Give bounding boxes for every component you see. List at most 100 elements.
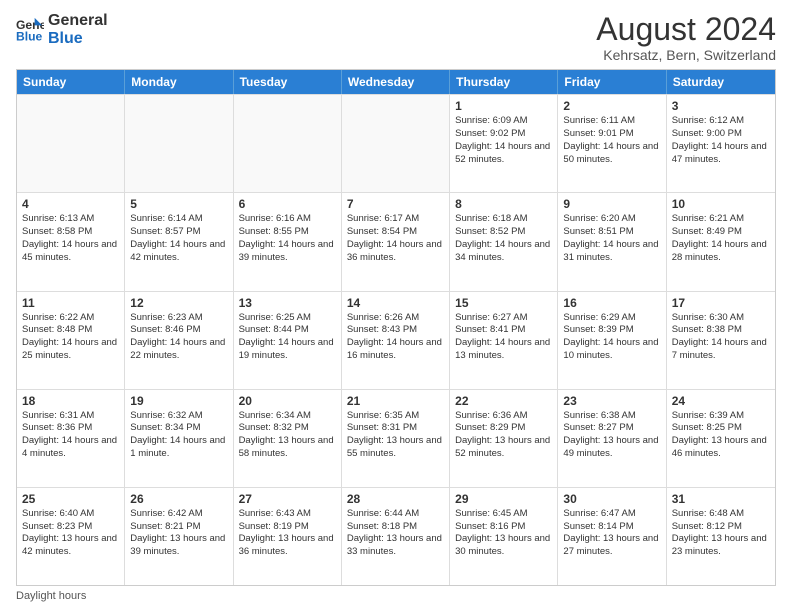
page: General Blue General Blue August 2024 Ke… xyxy=(0,0,792,612)
svg-text:Blue: Blue xyxy=(16,29,43,43)
day-info: Sunrise: 6:29 AM Sunset: 8:39 PM Dayligh… xyxy=(563,312,660,363)
calendar: SundayMondayTuesdayWednesdayThursdayFrid… xyxy=(16,69,776,586)
day-number: 24 xyxy=(672,394,770,408)
cal-cell: 19 Sunrise: 6:32 AM Sunset: 8:34 PM Dayli… xyxy=(125,390,233,487)
cal-cell xyxy=(17,95,125,192)
day-info: Sunrise: 6:43 AM Sunset: 8:19 PM Dayligh… xyxy=(239,508,336,559)
day-number: 17 xyxy=(672,296,770,310)
cal-cell: 31 Sunrise: 6:48 AM Sunset: 8:12 PM Dayli… xyxy=(667,488,775,585)
cal-cell: 3 Sunrise: 6:12 AM Sunset: 9:00 PM Daylig… xyxy=(667,95,775,192)
header: General Blue General Blue August 2024 Ke… xyxy=(16,12,776,63)
cal-cell: 17 Sunrise: 6:30 AM Sunset: 8:38 PM Dayli… xyxy=(667,292,775,389)
day-info: Sunrise: 6:26 AM Sunset: 8:43 PM Dayligh… xyxy=(347,312,444,363)
day-info: Sunrise: 6:34 AM Sunset: 8:32 PM Dayligh… xyxy=(239,410,336,461)
day-info: Sunrise: 6:20 AM Sunset: 8:51 PM Dayligh… xyxy=(563,213,660,264)
cal-cell: 13 Sunrise: 6:25 AM Sunset: 8:44 PM Dayli… xyxy=(234,292,342,389)
cal-cell: 28Sunrise: 6:44 AM Sunset: 8:18 PM Dayli… xyxy=(342,488,450,585)
cal-cell: 4 Sunrise: 6:13 AM Sunset: 8:58 PM Daylig… xyxy=(17,193,125,290)
cal-cell: 22Sunrise: 6:36 AM Sunset: 8:29 PM Dayli… xyxy=(450,390,558,487)
day-header-thursday: Thursday xyxy=(450,70,558,94)
day-info: Sunrise: 6:17 AM Sunset: 8:54 PM Dayligh… xyxy=(347,213,444,264)
cal-cell: 16 Sunrise: 6:29 AM Sunset: 8:39 PM Dayli… xyxy=(558,292,666,389)
cal-cell: 21Sunrise: 6:35 AM Sunset: 8:31 PM Dayli… xyxy=(342,390,450,487)
day-number: 23 xyxy=(563,394,660,408)
day-info: Sunrise: 6:38 AM Sunset: 8:27 PM Dayligh… xyxy=(563,410,660,461)
day-number: 20 xyxy=(239,394,336,408)
cal-cell: 25 Sunrise: 6:40 AM Sunset: 8:23 PM Dayli… xyxy=(17,488,125,585)
day-info: Sunrise: 6:12 AM Sunset: 9:00 PM Dayligh… xyxy=(672,115,770,166)
cal-cell: 29 Sunrise: 6:45 AM Sunset: 8:16 PM Dayli… xyxy=(450,488,558,585)
title-block: August 2024 Kehrsatz, Bern, Switzerland xyxy=(596,12,776,63)
day-info: Sunrise: 6:27 AM Sunset: 8:41 PM Dayligh… xyxy=(455,312,552,363)
main-title: August 2024 xyxy=(596,12,776,47)
cal-cell: 2Sunrise: 6:11 AM Sunset: 9:01 PM Daylig… xyxy=(558,95,666,192)
day-number: 27 xyxy=(239,492,336,506)
cal-cell: 6 Sunrise: 6:16 AM Sunset: 8:55 PM Daylig… xyxy=(234,193,342,290)
day-number: 31 xyxy=(672,492,770,506)
day-info: Sunrise: 6:42 AM Sunset: 8:21 PM Dayligh… xyxy=(130,508,227,559)
day-number: 6 xyxy=(239,197,336,211)
day-info: Sunrise: 6:45 AM Sunset: 8:16 PM Dayligh… xyxy=(455,508,552,559)
day-number: 29 xyxy=(455,492,552,506)
week-row-3: 18 Sunrise: 6:31 AM Sunset: 8:36 PM Dayli… xyxy=(17,389,775,487)
day-number: 12 xyxy=(130,296,227,310)
day-number: 11 xyxy=(22,296,119,310)
day-number: 26 xyxy=(130,492,227,506)
day-info: Sunrise: 6:18 AM Sunset: 8:52 PM Dayligh… xyxy=(455,213,552,264)
day-info: Sunrise: 6:31 AM Sunset: 8:36 PM Dayligh… xyxy=(22,410,119,461)
day-number: 4 xyxy=(22,197,119,211)
logo: General Blue General Blue xyxy=(16,12,108,47)
day-number: 13 xyxy=(239,296,336,310)
day-info: Sunrise: 6:21 AM Sunset: 8:49 PM Dayligh… xyxy=(672,213,770,264)
cal-cell: 15 Sunrise: 6:27 AM Sunset: 8:41 PM Dayli… xyxy=(450,292,558,389)
cal-cell: 1 Sunrise: 6:09 AM Sunset: 9:02 PM Daylig… xyxy=(450,95,558,192)
day-info: Sunrise: 6:48 AM Sunset: 8:12 PM Dayligh… xyxy=(672,508,770,559)
day-info: Sunrise: 6:13 AM Sunset: 8:58 PM Dayligh… xyxy=(22,213,119,264)
day-info: Sunrise: 6:35 AM Sunset: 8:31 PM Dayligh… xyxy=(347,410,444,461)
day-info: Sunrise: 6:16 AM Sunset: 8:55 PM Dayligh… xyxy=(239,213,336,264)
cal-cell: 9 Sunrise: 6:20 AM Sunset: 8:51 PM Daylig… xyxy=(558,193,666,290)
week-row-1: 4 Sunrise: 6:13 AM Sunset: 8:58 PM Daylig… xyxy=(17,192,775,290)
calendar-body: 1 Sunrise: 6:09 AM Sunset: 9:02 PM Daylig… xyxy=(17,94,775,585)
day-info: Sunrise: 6:32 AM Sunset: 8:34 PM Dayligh… xyxy=(130,410,227,461)
day-number: 14 xyxy=(347,296,444,310)
logo-line2: Blue xyxy=(48,30,108,48)
cal-cell: 23 Sunrise: 6:38 AM Sunset: 8:27 PM Dayli… xyxy=(558,390,666,487)
day-info: Sunrise: 6:09 AM Sunset: 9:02 PM Dayligh… xyxy=(455,115,552,166)
day-info: Sunrise: 6:25 AM Sunset: 8:44 PM Dayligh… xyxy=(239,312,336,363)
cal-cell: 24Sunrise: 6:39 AM Sunset: 8:25 PM Dayli… xyxy=(667,390,775,487)
day-header-friday: Friday xyxy=(558,70,666,94)
cal-cell: 14 Sunrise: 6:26 AM Sunset: 8:43 PM Dayli… xyxy=(342,292,450,389)
cal-cell xyxy=(125,95,233,192)
day-number: 3 xyxy=(672,99,770,113)
day-number: 7 xyxy=(347,197,444,211)
logo-line1: General xyxy=(48,12,108,30)
day-info: Sunrise: 6:30 AM Sunset: 8:38 PM Dayligh… xyxy=(672,312,770,363)
cal-cell: 20 Sunrise: 6:34 AM Sunset: 8:32 PM Dayli… xyxy=(234,390,342,487)
day-info: Sunrise: 6:14 AM Sunset: 8:57 PM Dayligh… xyxy=(130,213,227,264)
day-number: 25 xyxy=(22,492,119,506)
cal-cell: 10Sunrise: 6:21 AM Sunset: 8:49 PM Dayli… xyxy=(667,193,775,290)
day-info: Sunrise: 6:23 AM Sunset: 8:46 PM Dayligh… xyxy=(130,312,227,363)
day-header-tuesday: Tuesday xyxy=(234,70,342,94)
day-number: 19 xyxy=(130,394,227,408)
day-number: 18 xyxy=(22,394,119,408)
week-row-4: 25 Sunrise: 6:40 AM Sunset: 8:23 PM Dayli… xyxy=(17,487,775,585)
cal-cell xyxy=(342,95,450,192)
cal-cell xyxy=(234,95,342,192)
day-info: Sunrise: 6:40 AM Sunset: 8:23 PM Dayligh… xyxy=(22,508,119,559)
day-header-monday: Monday xyxy=(125,70,233,94)
logo-icon: General Blue xyxy=(16,16,44,44)
calendar-header: SundayMondayTuesdayWednesdayThursdayFrid… xyxy=(17,70,775,94)
day-number: 15 xyxy=(455,296,552,310)
week-row-2: 11Sunrise: 6:22 AM Sunset: 8:48 PM Dayli… xyxy=(17,291,775,389)
day-info: Sunrise: 6:36 AM Sunset: 8:29 PM Dayligh… xyxy=(455,410,552,461)
day-number: 16 xyxy=(563,296,660,310)
footer-note: Daylight hours xyxy=(16,586,776,602)
day-number: 9 xyxy=(563,197,660,211)
day-number: 1 xyxy=(455,99,552,113)
subtitle: Kehrsatz, Bern, Switzerland xyxy=(596,47,776,63)
cal-cell: 7 Sunrise: 6:17 AM Sunset: 8:54 PM Daylig… xyxy=(342,193,450,290)
cal-cell: 8Sunrise: 6:18 AM Sunset: 8:52 PM Daylig… xyxy=(450,193,558,290)
day-header-sunday: Sunday xyxy=(17,70,125,94)
